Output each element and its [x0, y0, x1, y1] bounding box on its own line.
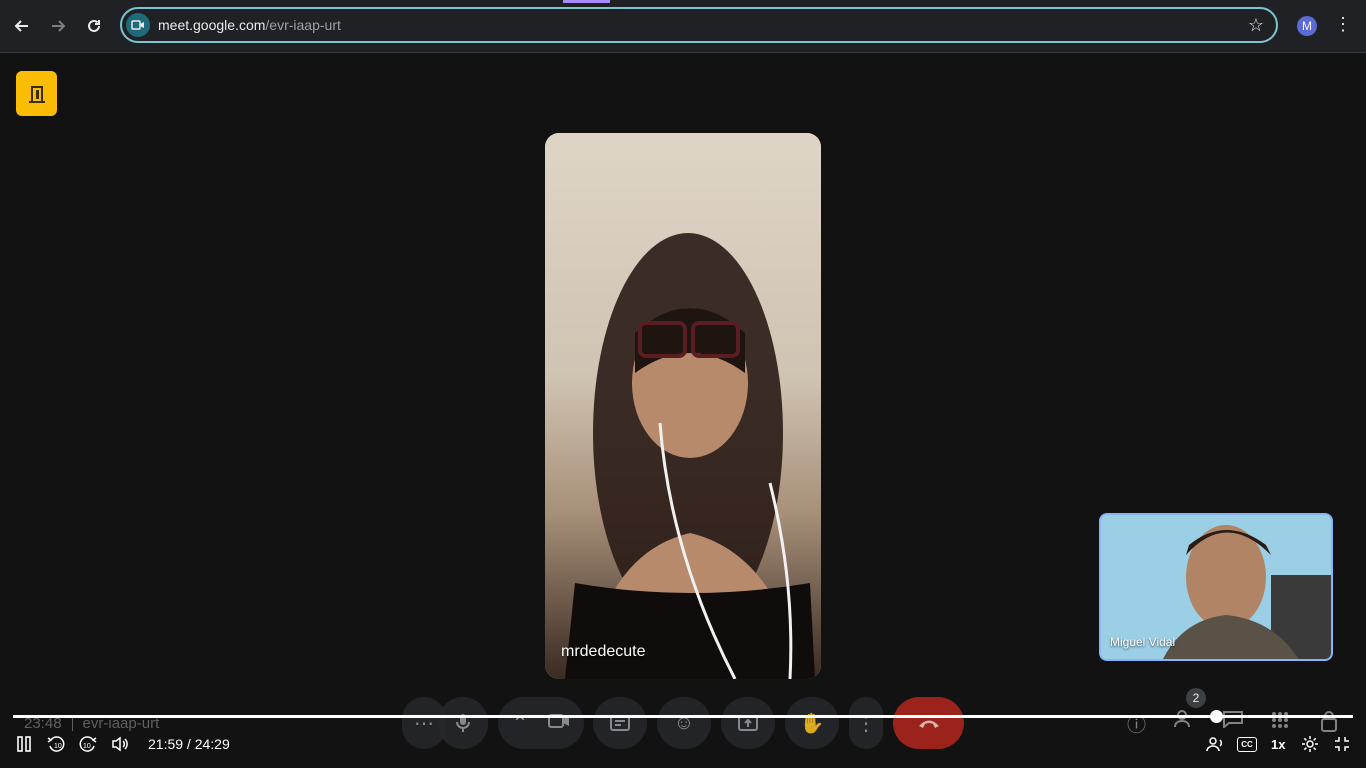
chat-icon[interactable] [1222, 710, 1244, 734]
address-bar[interactable]: meet.google.com/evr-iaap-urt ☆ [120, 7, 1278, 43]
url-host: meet.google.com [158, 17, 266, 33]
progress-scrubber-handle[interactable] [1210, 710, 1223, 723]
audio-description-icon[interactable] [1205, 735, 1225, 753]
main-participant-name: mrdedecute [561, 643, 646, 660]
active-tab-indicator [563, 0, 610, 3]
present-screen-icon[interactable] [721, 697, 775, 749]
star-icon[interactable]: ☆ [1248, 15, 1264, 36]
url-path: /evr-iaap-urt [265, 17, 341, 33]
participant-video [545, 133, 821, 679]
svg-text:10: 10 [83, 743, 91, 750]
people-icon[interactable] [1174, 710, 1196, 734]
svg-text:10: 10 [54, 743, 62, 750]
forward-10-icon[interactable]: 10 [78, 735, 98, 753]
rewind-10-icon[interactable]: 10 [46, 735, 66, 753]
divider [71, 717, 73, 732]
more-vert-icon[interactable]: ⋮ [1334, 14, 1352, 35]
volume-icon[interactable] [110, 735, 130, 753]
back-arrow-icon[interactable] [10, 14, 34, 38]
self-view-tile[interactable]: Miguel Vidal [1099, 513, 1333, 661]
forward-arrow-icon[interactable] [46, 14, 70, 38]
playback-time: 21:59 / 24:29 [148, 736, 230, 752]
captions-icon[interactable] [593, 697, 647, 749]
exit-fullscreen-icon[interactable] [1332, 735, 1352, 753]
closed-captions-button[interactable]: CC [1237, 737, 1257, 752]
reload-icon[interactable] [82, 14, 106, 38]
browser-toolbar: meet.google.com/evr-iaap-urt ☆ M ⋮ [0, 0, 1366, 53]
participant-count-badge: 2 [1186, 688, 1206, 708]
activities-icon[interactable] [1270, 710, 1290, 736]
profile-avatar[interactable]: M [1297, 16, 1317, 36]
more-vert-icon[interactable]: ⋮ [849, 697, 883, 749]
pause-icon[interactable] [14, 735, 34, 753]
meet-site-icon [126, 13, 150, 37]
settings-gear-icon[interactable] [1300, 735, 1320, 753]
end-call-button[interactable] [893, 697, 964, 749]
camera-control[interactable]: ⌃ [498, 697, 584, 749]
playback-speed-button[interactable]: 1x [1271, 737, 1285, 752]
url-text: meet.google.com/evr-iaap-urt [158, 17, 341, 33]
self-view-name: Miguel Vidal [1110, 635, 1176, 649]
raise-hand-icon[interactable]: ✋ [785, 697, 839, 749]
door-exit-icon[interactable] [16, 71, 57, 116]
video-progress-bar[interactable] [13, 710, 1353, 723]
emoji-icon[interactable]: ☺ [657, 697, 711, 749]
main-participant-tile: mrdedecute [545, 133, 821, 679]
microphone-icon[interactable] [438, 697, 488, 749]
